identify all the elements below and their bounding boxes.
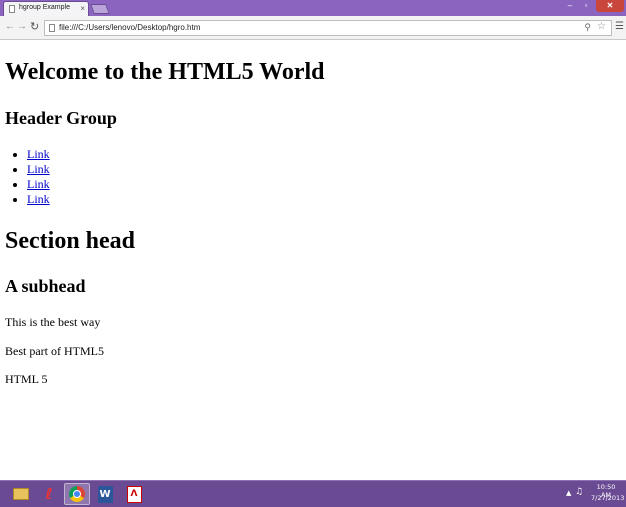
list-item: Link bbox=[27, 192, 50, 207]
zoom-icon[interactable]: ⚲ bbox=[584, 22, 591, 33]
hgroup-subtitle: Header Group bbox=[5, 108, 117, 128]
page-favicon-icon bbox=[9, 5, 15, 13]
list-item: Link bbox=[27, 177, 50, 192]
acrobat-icon[interactable]: Λ bbox=[121, 483, 147, 505]
word-icon[interactable]: W bbox=[92, 483, 118, 505]
nav-link[interactable]: Link bbox=[27, 147, 50, 161]
paragraph: Best part of HTML5 bbox=[5, 344, 104, 358]
page-title: Welcome to the HTML5 World bbox=[5, 59, 325, 85]
browser-menu-icon[interactable]: ☰ bbox=[615, 21, 624, 33]
file-explorer-icon[interactable] bbox=[8, 483, 34, 505]
tab-title: hgroup Example bbox=[19, 4, 70, 11]
browser-toolbar: ← → ↻ file:///C:/Users/lenovo/Desktop/hg… bbox=[0, 16, 626, 40]
fl-studio-icon[interactable]: ℓ bbox=[36, 483, 62, 505]
close-window-button[interactable]: ✕ bbox=[596, 0, 624, 12]
nav-link[interactable]: Link bbox=[27, 177, 50, 191]
show-hidden-icons-icon[interactable]: ▲ bbox=[566, 489, 571, 497]
maximize-button[interactable]: ▫ bbox=[578, 0, 594, 12]
paragraph: HTML 5 bbox=[5, 372, 48, 386]
bookmark-star-icon[interactable]: ☆ bbox=[597, 21, 606, 32]
link-list: Link Link Link Link bbox=[0, 147, 50, 207]
nav-link[interactable]: Link bbox=[27, 192, 50, 206]
reload-icon[interactable]: ↻ bbox=[30, 20, 39, 34]
list-item: Link bbox=[27, 147, 50, 162]
section-subheading: A subhead bbox=[5, 276, 86, 296]
address-bar[interactable]: file:///C:/Users/lenovo/Desktop/hgro.htm… bbox=[44, 20, 612, 36]
list-item: Link bbox=[27, 162, 50, 177]
back-arrow-icon[interactable]: ← bbox=[5, 20, 15, 34]
browser-titlebar: hgroup Example × – ▫ ✕ bbox=[0, 0, 626, 16]
section-heading: Section head bbox=[5, 228, 136, 254]
minimize-button[interactable]: – bbox=[562, 0, 578, 12]
nav-link[interactable]: Link bbox=[27, 162, 50, 176]
chrome-icon[interactable] bbox=[64, 483, 90, 505]
paragraph: This is the best way bbox=[5, 315, 101, 329]
page-content: Welcome to the HTML5 World Header Group … bbox=[0, 41, 626, 480]
taskbar: ℓ W Λ ▲ ♫ 10:50 AM 7/27/2013 bbox=[0, 480, 626, 507]
tab-close-icon[interactable]: × bbox=[80, 3, 85, 14]
new-tab-button[interactable] bbox=[90, 4, 110, 14]
clock-date[interactable]: 7/27/2013 bbox=[591, 494, 624, 502]
volume-icon[interactable]: ♫ bbox=[575, 487, 583, 497]
url-text[interactable]: file:///C:/Users/lenovo/Desktop/hgro.htm bbox=[59, 23, 200, 32]
page-icon bbox=[49, 24, 55, 32]
forward-arrow-icon[interactable]: → bbox=[17, 20, 27, 34]
browser-tab[interactable]: hgroup Example × bbox=[3, 1, 89, 16]
